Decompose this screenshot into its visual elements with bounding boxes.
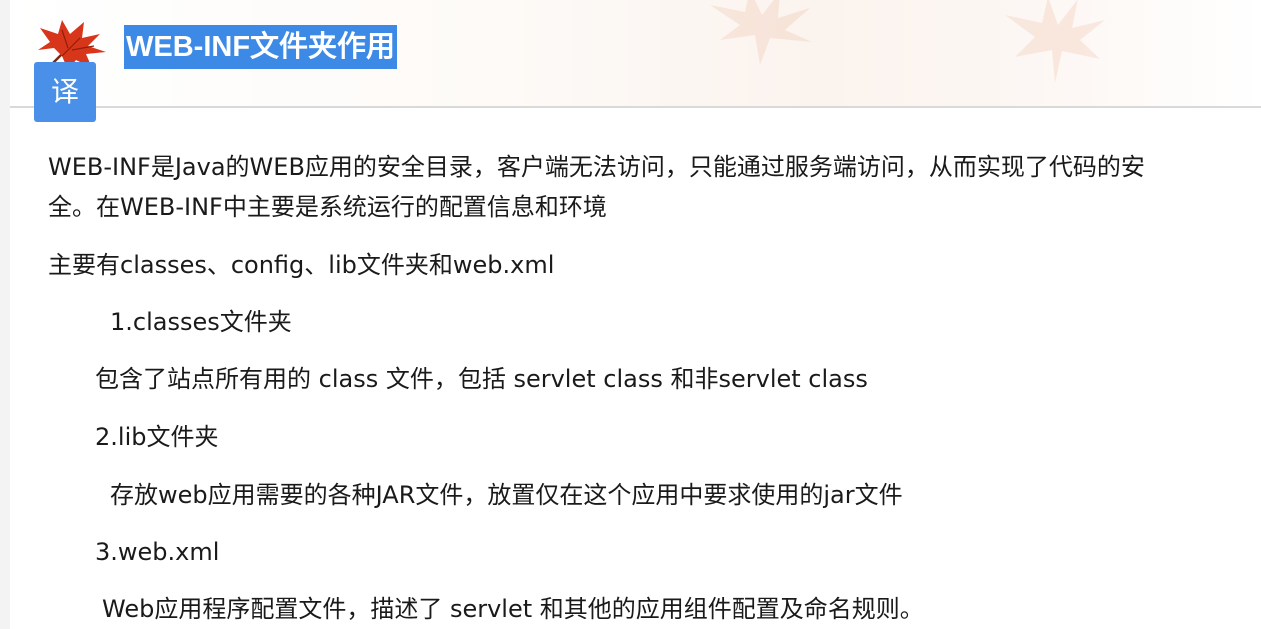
- section-heading-webxml: 3.web.xml: [95, 538, 220, 566]
- page-title: WEB-INF文件夹作用: [124, 25, 398, 69]
- paragraph-webxml: Web应用程序配置文件，描述了 servlet 和其他的应用组件配置及命名规则。: [102, 595, 924, 623]
- left-margin-strip: [0, 0, 10, 629]
- background-leaf-icon: [710, 0, 812, 65]
- paragraph-classes: 包含了站点所有用的 class 文件，包括 servlet class 和非se…: [95, 365, 868, 393]
- paragraph-summary: 主要有classes、config、lib文件夹和web.xml: [48, 251, 555, 279]
- paragraph-intro-line1: WEB-INF是Java的WEB应用的安全目录，客户端无法访问，只能通过服务端访…: [48, 153, 1145, 181]
- section-heading-classes: 1.classes文件夹: [110, 308, 292, 336]
- page-header: WEB-INF文件夹作用: [10, 0, 1261, 108]
- paragraph-lib: 存放web应用需要的各种JAR文件，放置仅在这个应用中要求使用的jar文件: [110, 481, 903, 509]
- section-heading-lib: 2.lib文件夹: [95, 423, 219, 451]
- background-leaf-icon: [1005, 0, 1105, 83]
- paragraph-intro-line2: 全。在WEB-INF中主要是系统运行的配置信息和环境: [48, 193, 607, 221]
- translate-button[interactable]: 译: [34, 62, 96, 122]
